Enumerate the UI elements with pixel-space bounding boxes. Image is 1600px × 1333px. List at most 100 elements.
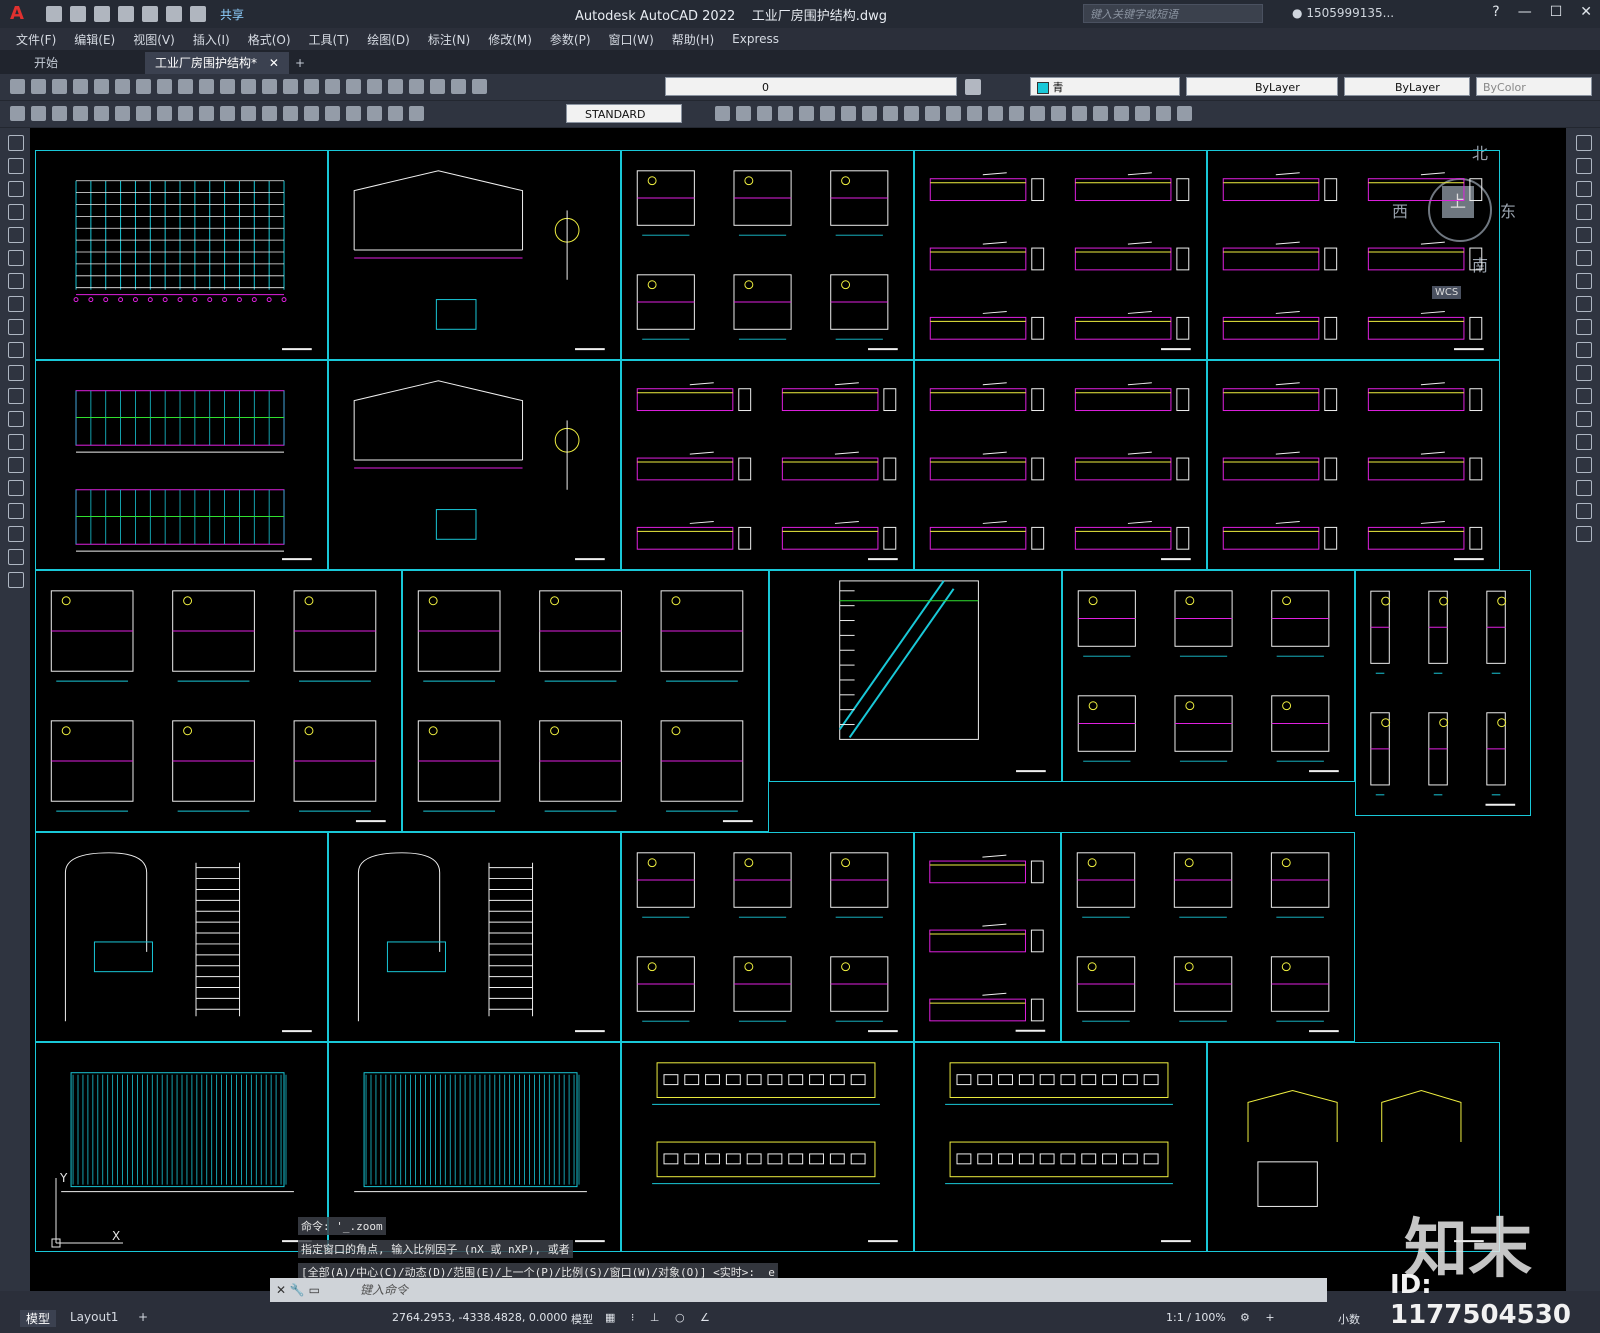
dim-diameter-icon[interactable] bbox=[136, 106, 151, 121]
preview-icon[interactable] bbox=[94, 79, 109, 94]
tab-start[interactable]: 开始 bbox=[24, 52, 68, 74]
break-point-icon[interactable] bbox=[1576, 388, 1592, 404]
drawing-sheet[interactable] bbox=[35, 570, 402, 832]
hatch-icon[interactable] bbox=[8, 457, 24, 473]
properties-icon[interactable] bbox=[325, 79, 340, 94]
open-file-icon[interactable] bbox=[70, 6, 86, 22]
linetype-dropdown[interactable]: ByLayer bbox=[1186, 77, 1338, 96]
model-space-button[interactable]: 模型 bbox=[571, 1311, 593, 1327]
paste-icon[interactable] bbox=[178, 79, 193, 94]
revcloud-icon[interactable] bbox=[8, 296, 24, 312]
fillet-icon[interactable] bbox=[1576, 480, 1592, 496]
markup-icon[interactable] bbox=[409, 79, 424, 94]
view-bottom-icon[interactable] bbox=[736, 106, 751, 121]
construction-line-icon[interactable] bbox=[8, 158, 24, 174]
ucs-apply-icon[interactable] bbox=[1177, 106, 1192, 121]
drawing-sheet[interactable] bbox=[1207, 360, 1500, 570]
close-button[interactable]: ✕ bbox=[1580, 4, 1592, 20]
lineweight-dropdown[interactable]: ByLayer bbox=[1344, 77, 1470, 96]
help-tb-icon[interactable] bbox=[451, 79, 466, 94]
publish-icon[interactable] bbox=[115, 79, 130, 94]
ucs-x-icon[interactable] bbox=[1135, 106, 1150, 121]
drawing-sheet[interactable] bbox=[621, 832, 914, 1042]
new-tab-button[interactable]: + bbox=[285, 52, 315, 74]
new-file-icon[interactable] bbox=[46, 6, 62, 22]
arc-icon[interactable] bbox=[8, 250, 24, 266]
drawing-sheet[interactable] bbox=[328, 150, 621, 360]
menu-item-7[interactable]: 标注(N) bbox=[428, 31, 470, 48]
layer-state-icon[interactable] bbox=[965, 79, 981, 95]
drawing-sheet[interactable] bbox=[914, 832, 1061, 1042]
drawing-sheet[interactable] bbox=[35, 360, 328, 570]
dim-radius-icon[interactable] bbox=[94, 106, 109, 121]
menu-item-8[interactable]: 修改(M) bbox=[488, 31, 532, 48]
trim-icon[interactable] bbox=[1576, 342, 1592, 358]
dim-baseline-icon[interactable] bbox=[199, 106, 214, 121]
view-sw-icon[interactable] bbox=[841, 106, 856, 121]
quick-dim-icon[interactable] bbox=[178, 106, 193, 121]
ucs-face-icon[interactable] bbox=[1009, 106, 1024, 121]
region-icon[interactable] bbox=[8, 503, 24, 519]
open-icon[interactable] bbox=[31, 79, 46, 94]
view-left-icon[interactable] bbox=[757, 106, 772, 121]
ucs-prev-icon[interactable] bbox=[988, 106, 1003, 121]
qnew-icon[interactable] bbox=[10, 79, 25, 94]
menu-item-11[interactable]: 帮助(H) bbox=[672, 31, 714, 48]
menu-item-5[interactable]: 工具(T) bbox=[309, 31, 350, 48]
zoom-icon[interactable] bbox=[283, 79, 298, 94]
ucs-z-icon[interactable] bbox=[1093, 106, 1108, 121]
undo-icon[interactable] bbox=[166, 6, 182, 22]
view-back-icon[interactable] bbox=[820, 106, 835, 121]
drawing-sheet[interactable] bbox=[621, 360, 914, 570]
table-icon[interactable] bbox=[8, 526, 24, 542]
polyline-icon[interactable] bbox=[8, 181, 24, 197]
view-front-icon[interactable] bbox=[799, 106, 814, 121]
ellipse-arc-icon[interactable] bbox=[8, 365, 24, 381]
design-center-icon[interactable] bbox=[346, 79, 361, 94]
rotate-icon[interactable] bbox=[1576, 273, 1592, 289]
dim-break-icon[interactable] bbox=[262, 106, 277, 121]
dim-continue-icon[interactable] bbox=[220, 106, 235, 121]
explode-icon[interactable] bbox=[1576, 526, 1592, 542]
view-right-icon[interactable] bbox=[778, 106, 793, 121]
model-tab[interactable]: 模型 bbox=[20, 1310, 57, 1327]
menu-item-6[interactable]: 绘图(D) bbox=[367, 31, 410, 48]
ucs-object-icon[interactable] bbox=[1030, 106, 1045, 121]
user-account[interactable]: ● 1505999135... bbox=[1292, 6, 1394, 20]
save-as-icon[interactable] bbox=[118, 6, 134, 22]
gradient-icon[interactable] bbox=[8, 480, 24, 496]
ucs-world-icon[interactable] bbox=[967, 106, 982, 121]
drawing-sheet[interactable] bbox=[1061, 832, 1355, 1042]
layout1-tab[interactable]: Layout1 bbox=[64, 1310, 124, 1324]
units-label[interactable]: 小数 bbox=[1338, 1311, 1360, 1327]
break-icon[interactable] bbox=[1576, 411, 1592, 427]
plotstyle-dropdown[interactable]: ByColor bbox=[1476, 77, 1592, 96]
spline-icon[interactable] bbox=[8, 319, 24, 335]
sheet-set-icon[interactable] bbox=[388, 79, 403, 94]
add-layout-button[interactable]: + bbox=[132, 1310, 154, 1324]
drawing-sheet[interactable] bbox=[914, 1042, 1207, 1252]
menu-item-1[interactable]: 编辑(E) bbox=[74, 31, 115, 48]
join-icon[interactable] bbox=[1576, 434, 1592, 450]
grid-snap-icon[interactable]: ▦ ⁝ ⊥ ○ ∠ bbox=[605, 1311, 716, 1324]
zoom-window-icon[interactable] bbox=[304, 79, 319, 94]
close-command-icon[interactable]: ✕ 🔧 ▭ bbox=[276, 1278, 320, 1302]
close-tab-icon[interactable]: ✕ bbox=[269, 56, 279, 70]
rectangle-icon[interactable] bbox=[8, 227, 24, 243]
add-selected-icon[interactable] bbox=[8, 572, 24, 588]
dimstyle-dropdown[interactable]: STANDARD bbox=[566, 104, 682, 123]
drawing-sheet[interactable] bbox=[914, 150, 1207, 360]
visual-style-icon[interactable] bbox=[925, 106, 940, 121]
point-icon[interactable] bbox=[8, 434, 24, 450]
ucs-3point-icon[interactable] bbox=[1114, 106, 1129, 121]
save-tb-icon[interactable] bbox=[52, 79, 67, 94]
menu-item-12[interactable]: Express bbox=[732, 32, 779, 46]
match-icon[interactable] bbox=[199, 79, 214, 94]
chamfer-icon[interactable] bbox=[1576, 457, 1592, 473]
dim-linear-icon[interactable] bbox=[10, 106, 25, 121]
dim-angular-icon[interactable] bbox=[157, 106, 172, 121]
drawing-sheet[interactable] bbox=[1062, 570, 1355, 782]
blend-icon[interactable] bbox=[1576, 503, 1592, 519]
plot-tb-icon[interactable] bbox=[73, 79, 88, 94]
jog-line-icon[interactable] bbox=[346, 106, 361, 121]
